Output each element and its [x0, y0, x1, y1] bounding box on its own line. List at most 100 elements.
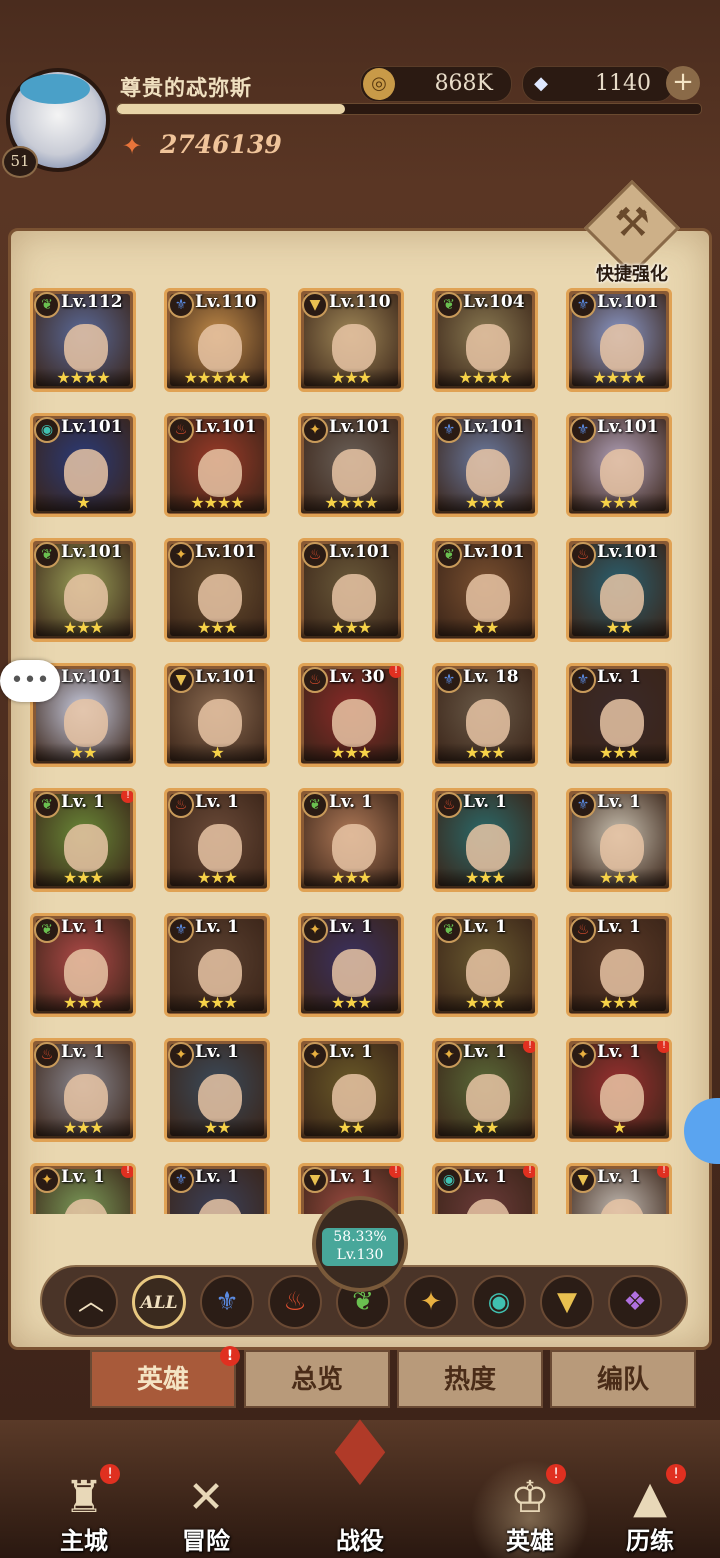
hero-stars: ★★★	[435, 493, 535, 513]
hero-level: Lv. 1	[61, 1042, 105, 1062]
hero-level: Lv.101	[61, 667, 123, 687]
hero-card[interactable]: ⚜ Lv.101 ★★★★	[566, 288, 672, 392]
hero-face	[332, 449, 376, 497]
filter-water-icon[interactable]: ⚜	[200, 1275, 254, 1329]
hero-card[interactable]: ♨ Lv. 30 ★★★!	[298, 663, 404, 767]
hero-card[interactable]: ♨ Lv.101 ★★★	[298, 538, 404, 642]
hero-stars: ★★★	[569, 493, 669, 513]
hero-card[interactable]: ◉ Lv.101 ★	[30, 413, 136, 517]
hero-card[interactable]: ✦ Lv.101 ★★★★	[298, 413, 404, 517]
hero-level: Lv.101	[597, 417, 659, 437]
hero-card[interactable]: ♨ Lv. 1 ★★★	[30, 1038, 136, 1142]
hero-card[interactable]: ⚜ Lv. 1 ★★★	[566, 663, 672, 767]
xp-bar-fill	[117, 104, 345, 114]
filter-all-button[interactable]: ALL	[132, 1275, 186, 1329]
nav-heroes-alert: !	[546, 1464, 566, 1484]
hero-stars: ★★★	[167, 993, 267, 1013]
hero-card[interactable]: ✦ Lv. 1 ★!	[566, 1038, 672, 1142]
filter-sun-icon[interactable]: ✦	[404, 1275, 458, 1329]
nav-campaign[interactable]: ♦ 战役	[262, 1395, 458, 1558]
hero-card[interactable]: ⚜ Lv. 1 ★★★	[164, 913, 270, 1017]
hero-card[interactable]: ♨ Lv. 1 ★★★	[164, 788, 270, 892]
hero-card[interactable]: ⚜ Lv. 1 ★★★	[566, 788, 672, 892]
tab-formation-label: 编队	[596, 1365, 649, 1395]
hero-stars: ★★	[435, 618, 535, 638]
tab-overview-label: 总览	[290, 1365, 343, 1395]
hero-card[interactable]: ❦ Lv. 1 ★★★	[298, 788, 404, 892]
nav-trials-label: 历练	[626, 1526, 674, 1555]
hero-stars: ★	[167, 743, 267, 763]
hero-face	[332, 949, 376, 997]
hero-face	[332, 699, 376, 747]
hero-card[interactable]: ▼ Lv.101 ★	[164, 663, 270, 767]
faction-icon: ✦	[436, 1042, 462, 1068]
faction-icon: ✦	[302, 1042, 328, 1068]
gold-value: 868K	[434, 71, 493, 96]
hero-card[interactable]: ❦ Lv. 1 ★★★	[30, 913, 136, 1017]
hero-level: Lv. 18	[463, 667, 519, 687]
hero-card[interactable]: ✦ Lv. 1 ★★	[298, 1038, 404, 1142]
hero-card[interactable]: ♨ Lv.101 ★★★★	[164, 413, 270, 517]
hero-card[interactable]: ◉ Lv. 1!	[432, 1163, 538, 1214]
hero-card[interactable]: ❦ Lv.104 ★★★★	[432, 288, 538, 392]
hero-stars: ★★★	[569, 993, 669, 1013]
hero-card[interactable]: ▼ Lv.110 ★★★	[298, 288, 404, 392]
nav-main-city[interactable]: ♜ ! 主城	[24, 1460, 144, 1558]
hero-card[interactable]: ✦ Lv.101 ★★★	[164, 538, 270, 642]
resonance-box: 58.33% Lv.130	[322, 1228, 398, 1266]
resonance-percent: 58.33%	[333, 1229, 387, 1245]
filter-eye-icon[interactable]: ◉	[472, 1275, 526, 1329]
hero-stars: ★★★	[301, 618, 401, 638]
faction-icon: ⚜	[570, 292, 596, 318]
hero-card[interactable]: ✦ Lv. 1 ★★	[164, 1038, 270, 1142]
hero-card[interactable]: ❦ Lv.101 ★★★	[30, 538, 136, 642]
hero-face	[466, 949, 510, 997]
hero-alert-badge: !	[389, 1166, 401, 1178]
filter-light-icon[interactable]: ▼	[540, 1275, 594, 1329]
hero-alert-badge: !	[389, 666, 401, 678]
filter-dark-icon[interactable]: ❖	[608, 1275, 662, 1329]
hero-card[interactable]: ♨ Lv.101 ★★	[566, 538, 672, 642]
hero-stars: ★★★★	[33, 368, 133, 388]
hero-card[interactable]: ✦ Lv. 1!	[30, 1163, 136, 1214]
add-diamonds-button[interactable]: +	[666, 66, 700, 100]
nav-trials[interactable]: ▲ ! 历练	[590, 1460, 710, 1558]
tab-heroes[interactable]: 英雄 !	[90, 1346, 240, 1408]
hero-card[interactable]: ❦ Lv.101 ★★	[432, 538, 538, 642]
quick-enhance-button[interactable]: ⚒ 快捷强化	[583, 179, 681, 290]
hero-card[interactable]: ▼ Lv. 1!	[566, 1163, 672, 1214]
nav-heroes[interactable]: ♔ ! 英雄	[470, 1460, 590, 1558]
hero-face	[332, 574, 376, 622]
hero-card[interactable]: ❦ Lv. 1 ★★★	[432, 913, 538, 1017]
hero-card[interactable]: ✦ Lv. 1 ★★!	[432, 1038, 538, 1142]
hero-card[interactable]: ❦ Lv.112 ★★★★	[30, 288, 136, 392]
tab-formation[interactable]: 编队	[550, 1350, 696, 1408]
hero-card[interactable]: ⚜ Lv. 18 ★★★	[432, 663, 538, 767]
filter-collapse-icon[interactable]: ︿	[64, 1275, 118, 1329]
chat-bubble-button[interactable]: •••	[0, 660, 60, 702]
faction-icon: ⚜	[436, 417, 462, 443]
diamond-counter[interactable]: ◆ 1140	[522, 66, 674, 102]
xp-bar	[116, 103, 702, 115]
hero-card[interactable]: ⚜ Lv.101 ★★★	[566, 413, 672, 517]
tab-popularity-label: 热度	[443, 1365, 496, 1395]
hero-card[interactable]: ✦ Lv. 1 ★★★	[298, 913, 404, 1017]
hero-card[interactable]: ⚜ Lv.101 ★★★	[432, 413, 538, 517]
faction-icon: ✦	[302, 417, 328, 443]
hero-card[interactable]: ♨ Lv. 1 ★★★	[432, 788, 538, 892]
hero-card[interactable]: ❦ Lv. 1 ★★★!	[30, 788, 136, 892]
hero-stars: ★★	[569, 618, 669, 638]
nav-adventure[interactable]: ✕ 冒险	[146, 1460, 266, 1558]
hero-face	[466, 1074, 510, 1122]
hero-level: Lv. 1	[463, 1042, 507, 1062]
hero-stars: ★★★	[435, 868, 535, 888]
hero-level: Lv. 1	[195, 1167, 239, 1187]
faction-icon: ❦	[34, 542, 60, 568]
filter-fire-icon[interactable]: ♨	[268, 1275, 322, 1329]
gold-counter[interactable]: ◎ 868K	[360, 66, 512, 102]
hero-card[interactable]: ⚜ Lv.110 ★★★★★	[164, 288, 270, 392]
hero-card[interactable]: ⚜ Lv. 1	[164, 1163, 270, 1214]
combat-power: 2746139	[160, 130, 282, 159]
resonance-progress[interactable]: 58.33% Lv.130	[312, 1196, 408, 1292]
hero-card[interactable]: ♨ Lv. 1 ★★★	[566, 913, 672, 1017]
